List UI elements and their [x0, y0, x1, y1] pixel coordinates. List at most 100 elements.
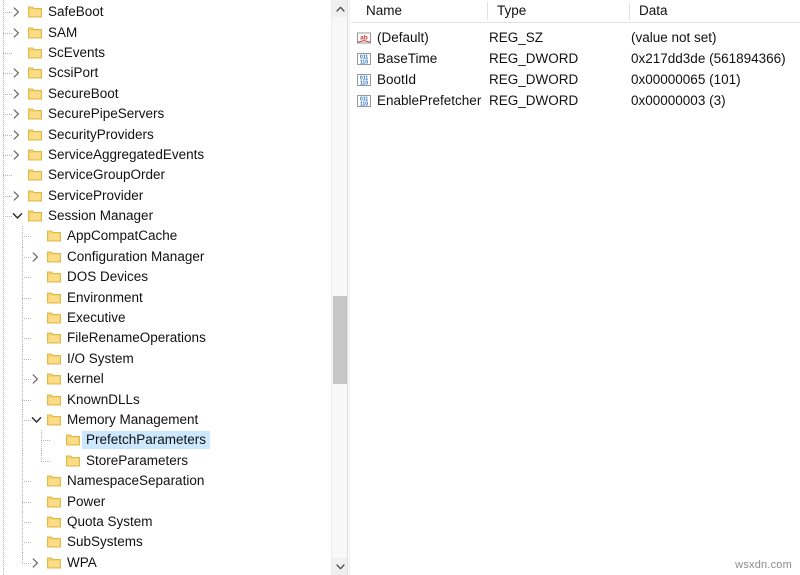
tree-node-executive[interactable]: Executive: [0, 307, 331, 329]
tree-node-session-manager[interactable]: Session Manager: [0, 206, 331, 226]
tree-node-label[interactable]: KnownDLLs: [63, 391, 144, 409]
tree-node-label[interactable]: PrefetchParameters: [82, 431, 211, 450]
tree-node-i-o-system[interactable]: I/O System: [0, 348, 331, 370]
tree-node-storeparameters[interactable]: StoreParameters: [0, 450, 331, 471]
scrollbar-thumb[interactable]: [333, 296, 347, 384]
tree-node-knowndlls[interactable]: KnownDLLs: [0, 389, 331, 410]
tree-node-securityproviders[interactable]: SecurityProviders: [0, 124, 331, 144]
tree-node-wpa[interactable]: WPA: [0, 552, 331, 573]
value-row[interactable]: 011 110 BaseTime REG_DWORD 0x217dd3de (56189…: [351, 48, 800, 69]
tree-node-label[interactable]: StoreParameters: [82, 452, 192, 470]
expand-node-button[interactable]: [28, 369, 45, 389]
tree-node-label[interactable]: Environment: [63, 289, 147, 307]
folder-icon: [28, 27, 42, 39]
value-row[interactable]: 011 110 BootId REG_DWORD 0x00000065 (101): [351, 69, 800, 90]
tree-node-label[interactable]: Quota System: [63, 513, 157, 531]
tree-node-label[interactable]: Power: [63, 493, 109, 511]
value-row[interactable]: ab (Default) REG_SZ (value not set): [351, 27, 800, 48]
tree-node-label[interactable]: ServiceGroupOrder: [44, 166, 169, 184]
value-row[interactable]: 011 110 EnablePrefetcher REG_DWORD 0x0000000…: [351, 90, 800, 111]
tree-node-filerenameoperations[interactable]: FileRenameOperations: [0, 328, 331, 349]
tree-node-memory-management[interactable]: Memory Management: [0, 409, 331, 431]
registry-key-tree[interactable]: SafeBoot SAM ScEvents ScsiPort SecureBoot Sec…: [0, 0, 331, 575]
collapse-node-button[interactable]: [28, 410, 45, 430]
tree-node-secureboot[interactable]: SecureBoot: [0, 84, 331, 104]
tree-node-dos-devices[interactable]: DOS Devices: [0, 267, 331, 288]
tree-node-kernel[interactable]: kernel: [0, 369, 331, 390]
tree-node-scevents[interactable]: ScEvents: [0, 43, 331, 63]
tree-node-label[interactable]: SecurityProviders: [44, 126, 158, 144]
expand-node-button[interactable]: [9, 63, 26, 83]
tree-node-scsiport[interactable]: ScsiPort: [0, 63, 331, 83]
tree-node-servicegrouporder[interactable]: ServiceGroupOrder: [0, 165, 331, 185]
tree-node-label[interactable]: I/O System: [63, 350, 138, 368]
tree-node-serviceaggregatedevents[interactable]: ServiceAggregatedEvents: [0, 145, 331, 165]
tree-node-appcompatcache[interactable]: AppCompatCache: [0, 226, 331, 247]
tree-node-label[interactable]: ScsiPort: [44, 64, 102, 82]
tree-node-label[interactable]: ScEvents: [44, 44, 109, 62]
folder-icon: [47, 312, 61, 324]
tree-vertical-scrollbar[interactable]: [331, 0, 348, 575]
tree-node-label[interactable]: SafeBoot: [44, 3, 108, 21]
tree-node-quota-system[interactable]: Quota System: [0, 511, 331, 533]
expand-node-button[interactable]: [9, 124, 26, 144]
value-name-cell[interactable]: 011 110 BaseTime: [356, 48, 437, 69]
tree-node-safeboot[interactable]: SafeBoot: [0, 2, 331, 22]
tree-node-label[interactable]: Configuration Manager: [63, 248, 208, 266]
folder-icon: [47, 414, 61, 426]
values-column-header[interactable]: Name Type Data: [351, 0, 800, 23]
column-header-name[interactable]: Name: [358, 0, 487, 22]
tree-node-subsystems[interactable]: SubSystems: [0, 532, 331, 553]
registry-values-pane[interactable]: Name Type Data ab (Default) REG_SZ (value not…: [351, 0, 800, 575]
value-type-cell: REG_DWORD: [489, 51, 579, 66]
tree-node-label[interactable]: ServiceProvider: [44, 187, 147, 205]
scroll-down-button[interactable]: [332, 558, 348, 575]
collapse-node-button[interactable]: [9, 206, 26, 226]
tree-node-environment[interactable]: Environment: [0, 287, 331, 308]
tree-node-label[interactable]: NamespaceSeparation: [63, 472, 208, 490]
tree-node-no-expander: [28, 226, 45, 246]
value-name-cell[interactable]: 011 110 BootId: [356, 69, 416, 90]
expand-node-button[interactable]: [9, 22, 26, 42]
tree-node-serviceprovider[interactable]: ServiceProvider: [0, 186, 331, 206]
expand-node-button[interactable]: [9, 84, 26, 104]
tree-node-label[interactable]: SubSystems: [63, 533, 147, 551]
tree-node-label[interactable]: SecureBoot: [44, 85, 123, 103]
tree-node-label[interactable]: DOS Devices: [63, 268, 152, 286]
tree-node-power[interactable]: Power: [0, 491, 331, 512]
value-data-cell: 0x00000003 (3): [631, 93, 726, 108]
tree-node-label[interactable]: SecurePipeServers: [44, 105, 168, 123]
expand-node-button[interactable]: [28, 553, 45, 573]
tree-node-label[interactable]: SAM: [44, 24, 81, 42]
tree-node-securepipeservers[interactable]: SecurePipeServers: [0, 104, 331, 124]
scroll-up-button[interactable]: [332, 0, 348, 17]
tree-node-label[interactable]: FileRenameOperations: [63, 329, 210, 347]
value-name-cell[interactable]: ab (Default): [356, 27, 429, 48]
expand-node-button[interactable]: [9, 145, 26, 165]
column-divider-data[interactable]: [629, 2, 630, 20]
tree-node-label[interactable]: kernel: [63, 370, 108, 388]
expand-node-button[interactable]: [9, 104, 26, 124]
column-divider-type[interactable]: [487, 2, 488, 20]
tree-node-label[interactable]: AppCompatCache: [63, 227, 181, 245]
expand-node-button[interactable]: [9, 2, 26, 22]
column-header-type[interactable]: Type: [489, 0, 629, 22]
expand-node-button[interactable]: [28, 247, 45, 267]
tree-node-prefetchparameters[interactable]: PrefetchParameters: [0, 430, 331, 451]
tree-node-configuration-manager[interactable]: Configuration Manager: [0, 246, 331, 268]
registry-editor-window: SafeBoot SAM ScEvents ScsiPort SecureBoot Sec…: [0, 0, 800, 575]
column-header-data[interactable]: Data: [631, 0, 800, 22]
expand-node-button[interactable]: [9, 186, 26, 206]
tree-indent-spacer: [0, 84, 9, 104]
scrollbar-track[interactable]: [332, 17, 348, 558]
tree-node-label[interactable]: Session Manager: [44, 207, 157, 225]
pane-splitter[interactable]: [347, 0, 348, 575]
tree-node-namespaceseparation[interactable]: NamespaceSeparation: [0, 470, 331, 492]
tree-node-sam[interactable]: SAM: [0, 22, 331, 42]
value-name-cell[interactable]: 011 110 EnablePrefetcher: [356, 90, 481, 111]
tree-node-label[interactable]: ServiceAggregatedEvents: [44, 146, 208, 164]
tree-node-label[interactable]: Memory Management: [63, 411, 202, 429]
tree-node-label[interactable]: Executive: [63, 309, 130, 327]
tree-node-label[interactable]: WPA: [63, 554, 101, 572]
chevron-down-icon: [335, 563, 345, 569]
